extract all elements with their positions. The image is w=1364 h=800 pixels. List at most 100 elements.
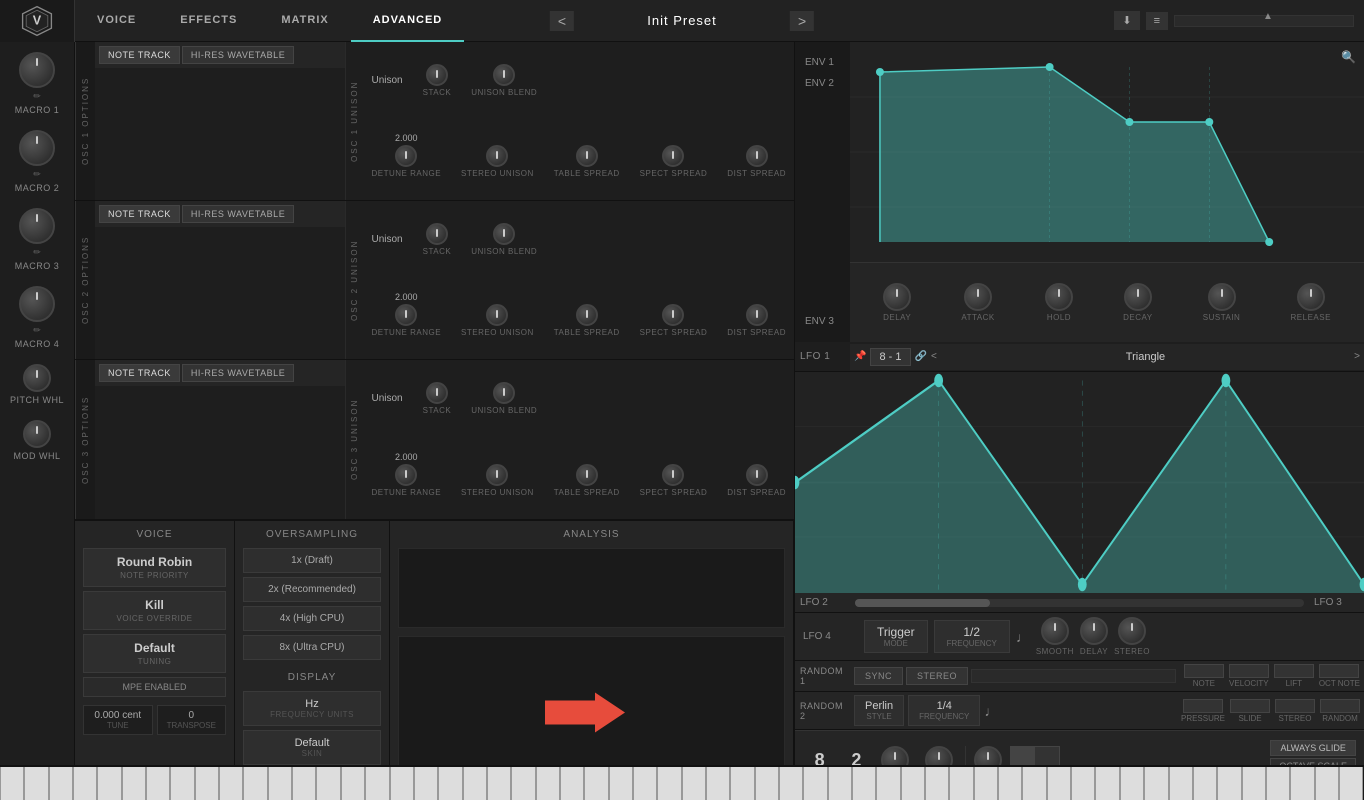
env-hold-knob[interactable] — [1045, 283, 1073, 311]
lfo1-rate-display[interactable]: 8 - 1 — [870, 348, 910, 366]
nav-tab-advanced[interactable]: ADVANCED — [351, 0, 465, 42]
nav-tab-matrix[interactable]: MATRIX — [259, 0, 350, 42]
macro1-knob[interactable] — [19, 52, 55, 88]
piano-white-key[interactable] — [1120, 767, 1144, 800]
piano-white-key[interactable] — [1144, 767, 1168, 800]
osc2-detune-knob[interactable] — [395, 304, 417, 326]
oversample-2x[interactable]: 2x (Recommended) — [243, 577, 381, 602]
osc1-dist-knob[interactable] — [746, 145, 768, 167]
nav-tab-voice[interactable]: VOICE — [75, 0, 158, 42]
random1-octnote-bar[interactable] — [1319, 664, 1359, 678]
osc2-unison-blend-knob[interactable] — [493, 223, 515, 245]
piano-white-key[interactable] — [268, 767, 292, 800]
piano-white-key[interactable] — [49, 767, 73, 800]
random2-slide-bar[interactable] — [1230, 699, 1270, 713]
oversample-8x[interactable]: 8x (Ultra CPU) — [243, 635, 381, 660]
piano-white-key[interactable] — [1047, 767, 1071, 800]
macro2-edit-icon[interactable]: ✏ — [33, 169, 41, 180]
save-button[interactable]: ⬇ — [1114, 11, 1139, 30]
piano-white-key[interactable] — [876, 767, 900, 800]
random2-stereo-bar[interactable] — [1275, 699, 1315, 713]
piano-white-key[interactable] — [1169, 767, 1193, 800]
piano-white-key[interactable] — [341, 767, 365, 800]
display-frequency[interactable]: Hz FREQUENCY UNITS — [243, 691, 381, 726]
piano-white-key[interactable] — [1071, 767, 1095, 800]
random1-sync-btn[interactable]: SYNC — [854, 667, 903, 685]
nav-tab-effects[interactable]: EFFECTS — [158, 0, 259, 42]
osc3-table-knob[interactable] — [576, 464, 598, 486]
piano-white-key[interactable] — [901, 767, 925, 800]
macro4-knob[interactable] — [19, 286, 55, 322]
piano-white-key[interactable] — [779, 767, 803, 800]
piano-white-key[interactable] — [463, 767, 487, 800]
lfo4-mode[interactable]: Trigger MODE — [864, 620, 928, 653]
random1-stereo-btn[interactable]: STEREO — [906, 667, 968, 685]
macro3-edit-icon[interactable]: ✏ — [33, 247, 41, 258]
display-skin[interactable]: Default SKIN — [243, 730, 381, 765]
piano-white-key[interactable] — [438, 767, 462, 800]
random1-note-bar[interactable] — [1184, 664, 1224, 678]
random2-note-icon[interactable]: ♩ — [984, 703, 998, 719]
lfo4-stereo-knob[interactable] — [1118, 617, 1146, 645]
osc1-table-knob[interactable] — [576, 145, 598, 167]
osc2-table-knob[interactable] — [576, 304, 598, 326]
lfo4-delay-knob[interactable] — [1080, 617, 1108, 645]
osc2-spect-knob[interactable] — [662, 304, 684, 326]
piano-white-key[interactable] — [390, 767, 414, 800]
piano-white-key[interactable] — [852, 767, 876, 800]
random2-frequency[interactable]: 1/4 FREQUENCY — [908, 695, 980, 726]
random1-lift-bar[interactable] — [1274, 664, 1314, 678]
piano-white-key[interactable] — [73, 767, 97, 800]
lfo1-link-icon[interactable]: 🔗 — [915, 351, 927, 362]
piano-white-key[interactable] — [1193, 767, 1217, 800]
osc3-stack-knob[interactable] — [426, 382, 448, 404]
osc3-dist-knob[interactable] — [746, 464, 768, 486]
piano-white-key[interactable] — [170, 767, 194, 800]
volume-slider[interactable]: ▲ — [1174, 15, 1354, 27]
piano-white-key[interactable] — [706, 767, 730, 800]
random2-random-bar[interactable] — [1320, 699, 1360, 713]
osc1-stereo-knob[interactable] — [486, 145, 508, 167]
oversample-4x[interactable]: 4x (High CPU) — [243, 606, 381, 631]
osc2-note-track-btn[interactable]: NOTE TRACK — [99, 205, 180, 223]
env-delay-knob[interactable] — [883, 283, 911, 311]
osc3-spect-knob[interactable] — [662, 464, 684, 486]
piano-white-key[interactable] — [243, 767, 267, 800]
osc3-detune-knob[interactable] — [395, 464, 417, 486]
osc1-spect-knob[interactable] — [662, 145, 684, 167]
piano-white-key[interactable] — [949, 767, 973, 800]
env-sustain-knob[interactable] — [1208, 283, 1236, 311]
piano-white-key[interactable] — [292, 767, 316, 800]
piano-white-key[interactable] — [925, 767, 949, 800]
voice-tuning[interactable]: Default TUNING — [83, 634, 226, 673]
mod-whl-knob[interactable] — [23, 420, 51, 448]
piano-white-key[interactable] — [1315, 767, 1339, 800]
voice-kill[interactable]: Kill VOICE OVERRIDE — [83, 591, 226, 630]
next-preset-button[interactable]: > — [790, 11, 814, 31]
random2-style[interactable]: Perlin STYLE — [854, 695, 904, 726]
piano-white-key[interactable] — [633, 767, 657, 800]
piano-white-key[interactable] — [146, 767, 170, 800]
piano-white-key[interactable] — [487, 767, 511, 800]
prev-preset-button[interactable]: < — [550, 11, 574, 31]
piano-white-key[interactable] — [1266, 767, 1290, 800]
env-decay-knob[interactable] — [1124, 283, 1152, 311]
piano-white-key[interactable] — [97, 767, 121, 800]
piano-white-key[interactable] — [0, 767, 24, 800]
lfo4-note-icon[interactable]: ♩ — [1016, 629, 1030, 645]
lfo1-arrow-right[interactable]: > — [1354, 351, 1360, 362]
osc1-stack-knob[interactable] — [426, 64, 448, 86]
piano-white-key[interactable] — [122, 767, 146, 800]
piano-white-key[interactable] — [316, 767, 340, 800]
piano-white-key[interactable] — [1095, 767, 1119, 800]
osc2-dist-knob[interactable] — [746, 304, 768, 326]
osc3-stereo-knob[interactable] — [486, 464, 508, 486]
pitch-whl-knob[interactable] — [23, 364, 51, 392]
macro2-knob[interactable] — [19, 130, 55, 166]
macro1-edit-icon[interactable]: ✏ — [33, 91, 41, 102]
piano-white-key[interactable] — [536, 767, 560, 800]
piano-white-key[interactable] — [755, 767, 779, 800]
env-release-knob[interactable] — [1297, 283, 1325, 311]
piano-white-key[interactable] — [414, 767, 438, 800]
piano-white-key[interactable] — [828, 767, 852, 800]
